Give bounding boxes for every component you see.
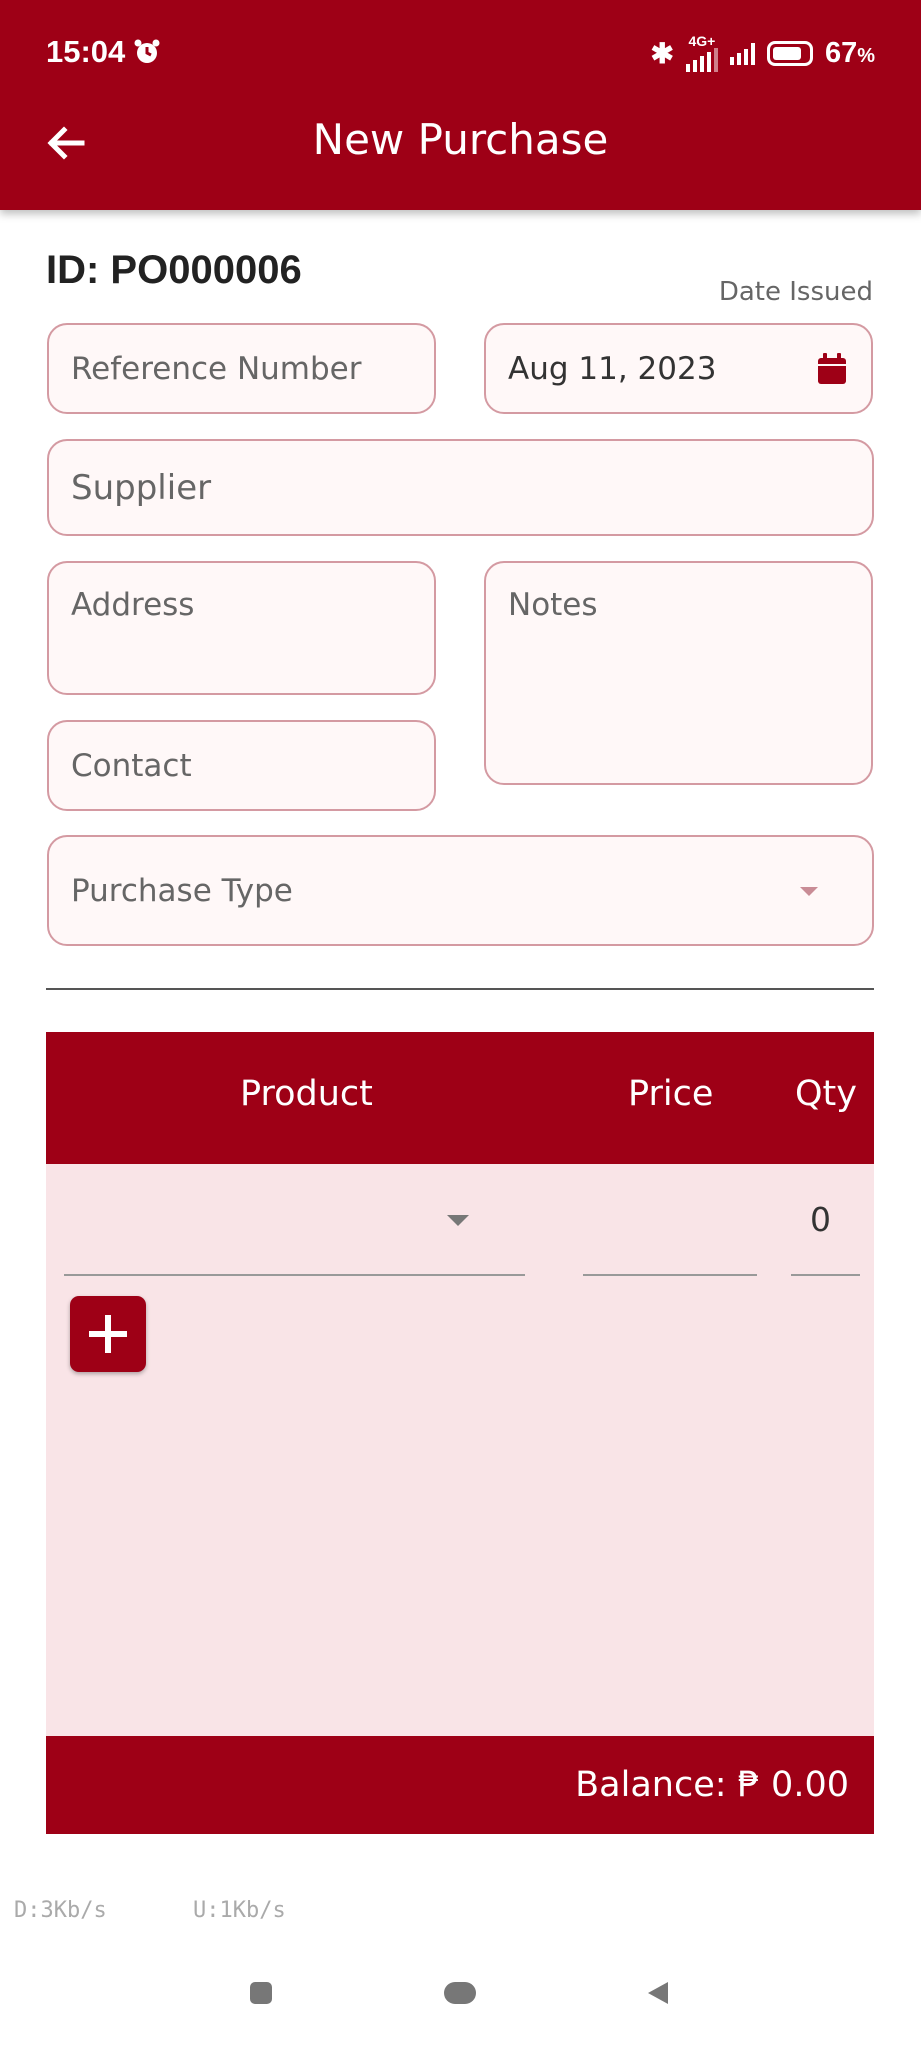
add-item-button[interactable] (70, 1296, 146, 1372)
network-type: 4G+ (688, 33, 716, 49)
date-issued-field[interactable]: Aug 11, 2023 (484, 323, 873, 414)
address-field[interactable]: Address (47, 561, 436, 695)
balance-text: Balance: ₱ 0.00 (575, 1765, 849, 1805)
balance-bar: Balance: ₱ 0.00 (46, 1736, 874, 1834)
supplier-placeholder: Supplier (71, 467, 212, 508)
calendar-icon[interactable] (817, 353, 847, 385)
column-qty: Qty (795, 1074, 857, 1114)
column-product: Product (240, 1074, 373, 1114)
status-time-text: 15:04 (46, 34, 126, 69)
notes-field[interactable]: Notes (484, 561, 873, 785)
battery-value: 67 (824, 36, 858, 69)
purchase-id: ID: PO000006 (46, 248, 302, 292)
alarm-icon (134, 39, 160, 63)
price-input[interactable] (583, 1274, 757, 1276)
purchase-type-dropdown[interactable]: Purchase Type (47, 835, 874, 946)
column-price: Price (628, 1074, 714, 1114)
home-button[interactable] (444, 1982, 476, 2004)
notes-placeholder: Notes (508, 587, 598, 623)
upload-speed: U:1Kb/s (193, 1898, 286, 1923)
page-title: New Purchase (312, 115, 609, 164)
product-select[interactable] (64, 1274, 525, 1276)
signal-icon: 4G+ (685, 33, 718, 72)
supplier-field[interactable]: Supplier (47, 439, 874, 536)
status-icons: ✱ 4G+ 67% (650, 34, 875, 72)
nav-back-button[interactable] (648, 1982, 668, 2004)
table-body (46, 1164, 874, 1736)
qty-input[interactable] (791, 1274, 860, 1276)
divider (46, 988, 874, 990)
purchase-type-placeholder: Purchase Type (71, 872, 293, 909)
date-issued-value: Aug 11, 2023 (508, 350, 717, 387)
battery-unit: % (857, 44, 875, 67)
qty-value[interactable]: 0 (810, 1200, 831, 1239)
reference-number-field[interactable]: Reference Number (47, 323, 436, 414)
signal-icon-2 (729, 41, 755, 65)
system-nav-bar (0, 1960, 921, 2048)
date-issued-label: Date Issued (718, 277, 873, 307)
table-header: Product Price Qty (46, 1032, 874, 1164)
battery-icon (766, 40, 813, 66)
address-placeholder: Address (71, 587, 195, 623)
reference-number-placeholder: Reference Number (71, 350, 362, 387)
download-speed: D:3Kb/s (14, 1898, 107, 1923)
dropdown-icon (800, 887, 818, 896)
app-bar: 15:04 ✱ 4G+ 67% New Purchase (0, 0, 921, 210)
bluetooth-icon: ✱ (650, 37, 674, 69)
contact-placeholder: Contact (71, 747, 192, 784)
status-bar: 15:04 ✱ 4G+ 67% (0, 0, 921, 104)
status-time: 15:04 (46, 34, 161, 70)
battery-percent: 67% (825, 37, 875, 70)
contact-field[interactable]: Contact (47, 720, 436, 811)
product-dropdown-icon[interactable] (447, 1215, 469, 1226)
recents-button[interactable] (250, 1982, 272, 2004)
